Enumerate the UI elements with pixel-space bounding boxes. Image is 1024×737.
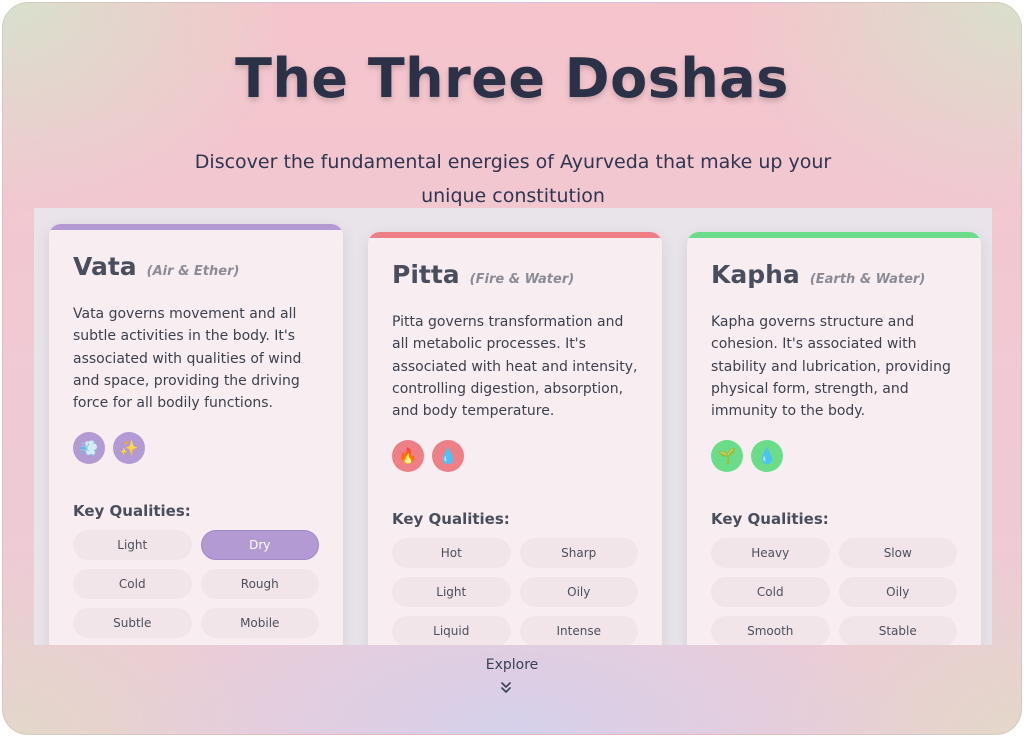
quality-chip-heavy[interactable]: Heavy: [711, 538, 830, 569]
quality-chip-cold[interactable]: Cold: [711, 577, 830, 608]
page-title: The Three Doshas: [235, 47, 789, 110]
element-icons: 🌱 💧: [711, 440, 957, 473]
qualities-grid: Light Dry Cold Rough Subtle Mobile: [73, 530, 319, 639]
dosha-cards-area: Vata (Air & Ether) Vata governs movement…: [34, 208, 992, 645]
quality-chip-mobile[interactable]: Mobile: [200, 608, 319, 639]
double-chevron-down-icon[interactable]: [499, 681, 513, 695]
quality-chip-stable[interactable]: Stable: [838, 616, 957, 645]
quality-chip-smooth[interactable]: Smooth: [711, 616, 830, 645]
dosha-description: Kapha governs structure and cohesion. It…: [711, 314, 951, 420]
page-frame: The Three Doshas Discover the fundamenta…: [2, 2, 1022, 735]
wind-icon: 💨: [73, 432, 105, 465]
dosha-description: Vata governs movement and all subtle act…: [73, 306, 302, 412]
explore-link[interactable]: Explore: [3, 657, 1021, 673]
dosha-elements: (Earth & Water): [809, 272, 926, 287]
quality-chip-subtle[interactable]: Subtle: [73, 608, 192, 639]
quality-chip-light[interactable]: Light: [73, 530, 192, 561]
dosha-card-vata[interactable]: Vata (Air & Ether) Vata governs movement…: [49, 224, 343, 645]
quality-chip-hot[interactable]: Hot: [392, 538, 511, 569]
dosha-elements: (Air & Ether): [146, 264, 240, 279]
card-accent-bar: [687, 232, 981, 238]
dosha-description: Pitta governs transformation and all met…: [392, 314, 638, 420]
dosha-card-pitta[interactable]: Pitta (Fire & Water) Pitta governs trans…: [368, 232, 662, 645]
quality-chip-oily[interactable]: Oily: [838, 577, 957, 608]
element-icons: 🔥 💧: [392, 440, 638, 473]
card-accent-bar: [49, 224, 343, 230]
card-accent-bar: [368, 232, 662, 238]
qualities-grid: Hot Sharp Light Oily Liquid Intense: [392, 538, 638, 645]
key-qualities-heading: Key Qualities:: [711, 510, 829, 529]
water-drop-icon: 💧: [432, 440, 464, 473]
key-qualities-heading: Key Qualities:: [392, 510, 510, 529]
fire-icon: 🔥: [392, 440, 424, 473]
element-icons: 💨 ✨: [73, 432, 319, 465]
dosha-elements: (Fire & Water): [469, 272, 575, 287]
quality-chip-dry-selected[interactable]: Dry: [200, 530, 319, 561]
quality-chip-light[interactable]: Light: [392, 577, 511, 608]
quality-chip-oily[interactable]: Oily: [519, 577, 638, 608]
sparkles-icon: ✨: [113, 432, 145, 465]
dosha-name: Pitta: [392, 260, 460, 289]
quality-chip-rough[interactable]: Rough: [200, 569, 319, 600]
dosha-card-kapha[interactable]: Kapha (Earth & Water) Kapha governs stru…: [687, 232, 981, 645]
quality-chip-slow[interactable]: Slow: [838, 538, 957, 569]
water-drop-icon: 💧: [751, 440, 783, 473]
quality-chip-liquid[interactable]: Liquid: [392, 616, 511, 645]
quality-chip-cold[interactable]: Cold: [73, 569, 192, 600]
dosha-name: Kapha: [711, 260, 800, 289]
dosha-name: Vata: [73, 252, 137, 281]
quality-chip-sharp[interactable]: Sharp: [519, 538, 638, 569]
seedling-icon: 🌱: [711, 440, 743, 473]
quality-chip-intense[interactable]: Intense: [519, 616, 638, 645]
qualities-grid: Heavy Slow Cold Oily Smooth Stable: [711, 538, 957, 645]
key-qualities-heading: Key Qualities:: [73, 502, 191, 521]
page-subtitle: Discover the fundamental energies of Ayu…: [194, 151, 832, 207]
